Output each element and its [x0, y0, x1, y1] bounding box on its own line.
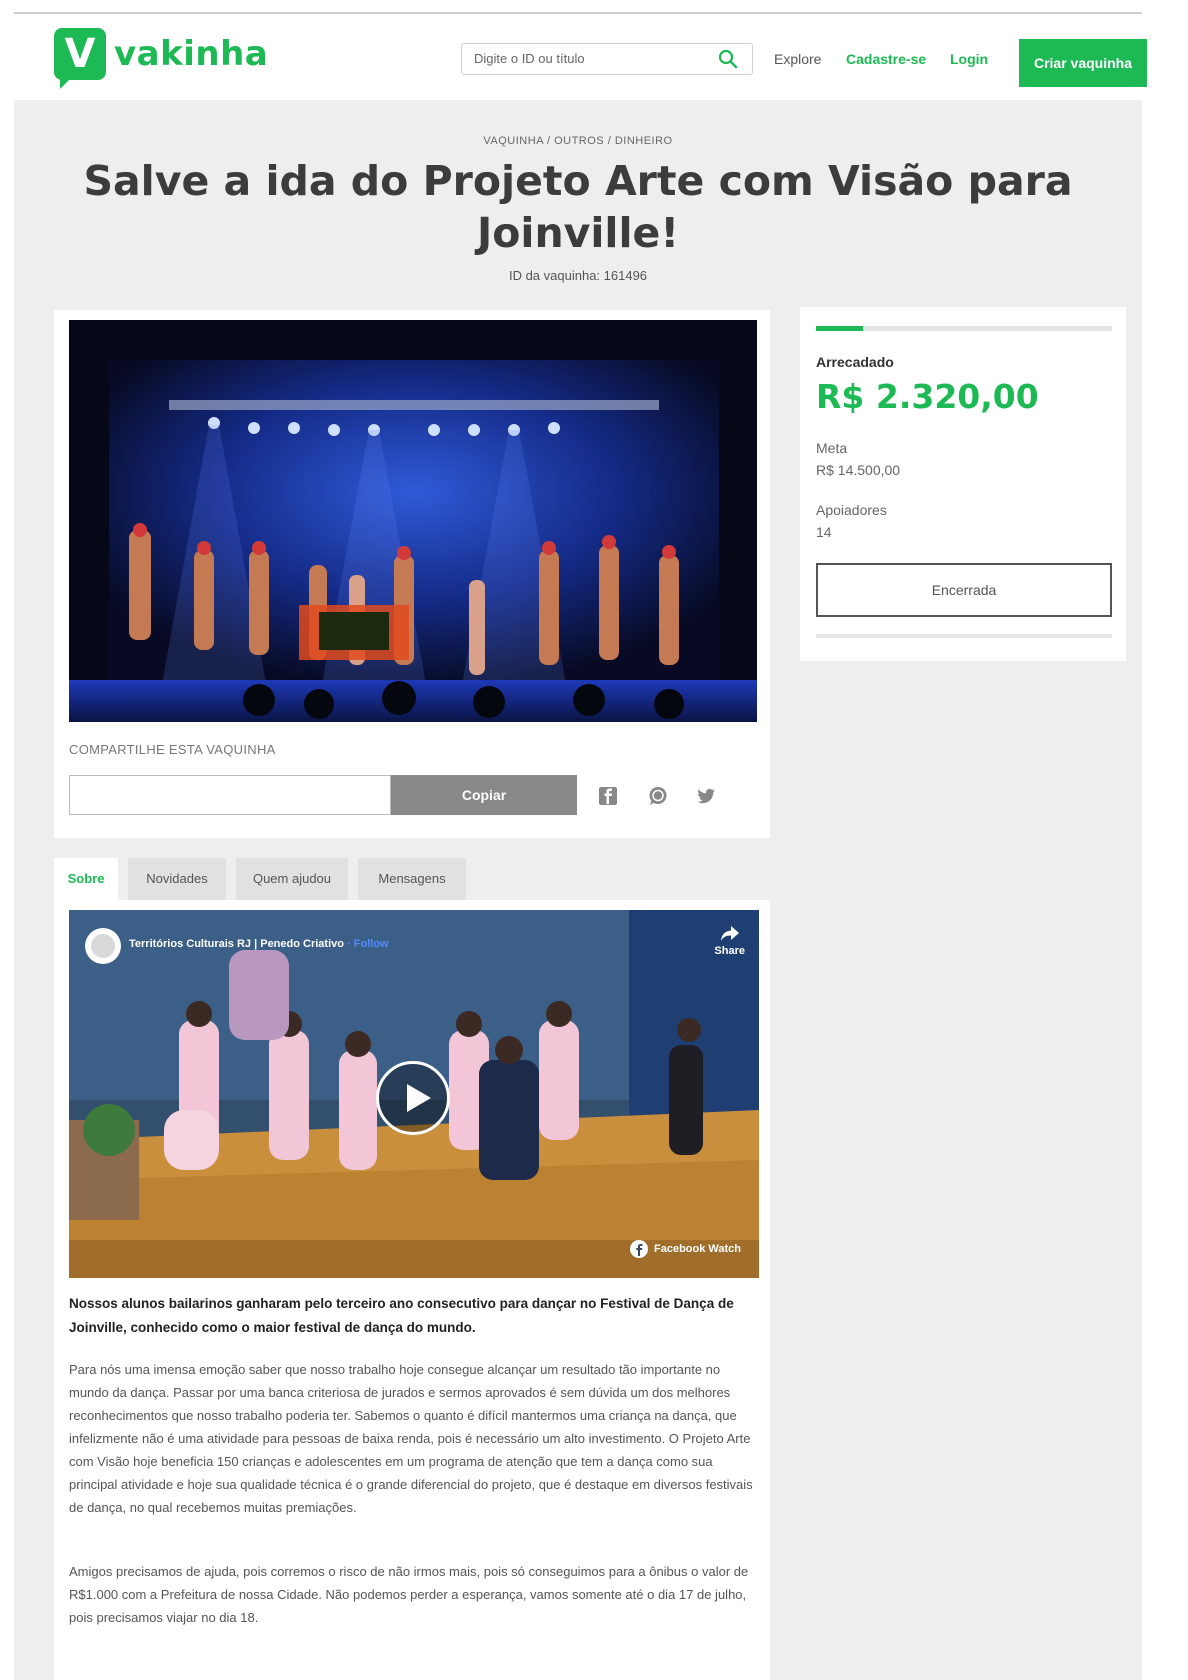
tab-novidades[interactable]: Novidades: [128, 858, 226, 900]
tab-mensagens[interactable]: Mensagens: [358, 858, 466, 900]
media-card: COMPARTILHE ESTA VAQUINHA Copiar: [54, 310, 770, 838]
logo-wordmark: vakinha: [114, 34, 269, 74]
nav-login-link[interactable]: Login: [950, 51, 988, 67]
facebook-icon[interactable]: [597, 785, 619, 807]
campaign-ended-button[interactable]: Encerrada: [816, 563, 1112, 617]
supporters-label: Apoiadores: [816, 502, 887, 518]
stats-card: Arrecadado R$ 2.320,00 Meta R$ 14.500,00…: [800, 307, 1126, 661]
raised-value: R$ 2.320,00: [816, 377, 1039, 416]
progress-fill: [816, 326, 864, 331]
raised-label: Arrecadado: [816, 354, 894, 370]
facebook-watch-badge: Facebook Watch: [630, 1240, 741, 1258]
goal-value: R$ 14.500,00: [816, 462, 901, 478]
about-content: Territórios Culturais RJ | Penedo Criati…: [54, 900, 770, 1680]
supporters-value: 14: [816, 524, 832, 540]
share-label: COMPARTILHE ESTA VAQUINHA: [69, 742, 276, 757]
progress-bar: [816, 326, 1112, 331]
create-vaquinha-button[interactable]: Criar vaquinha: [1019, 39, 1147, 87]
embedded-video[interactable]: Territórios Culturais RJ | Penedo Criati…: [69, 910, 759, 1278]
whatsapp-icon[interactable]: [647, 785, 669, 807]
story-paragraph: Para nós uma imensa emoção saber que nos…: [69, 1362, 753, 1515]
goal-label: Meta: [816, 440, 848, 456]
logo-letter: V: [64, 31, 96, 77]
share-arrow-icon: [720, 926, 739, 941]
story-lead: Nossos alunos bailarinos ganharam pelo t…: [69, 1296, 734, 1335]
brand-logo[interactable]: V vakinha: [54, 28, 269, 89]
tab-quem-ajudou[interactable]: Quem ajudou: [236, 858, 348, 900]
channel-name-text: Territórios Culturais RJ | Penedo Criati…: [129, 938, 344, 950]
copy-link-button[interactable]: Copiar: [391, 775, 577, 815]
nav-explore-link[interactable]: Explore: [774, 51, 821, 67]
breadcrumb: VAQUINHA / OUTROS / DINHEIRO: [483, 135, 673, 147]
twitter-icon[interactable]: [695, 785, 717, 807]
vaquinha-id: ID da vaquinha: 161496: [508, 268, 648, 283]
search-input[interactable]: [462, 44, 716, 72]
follow-link[interactable]: · Follow: [347, 938, 389, 950]
logo-mark-icon: V: [54, 28, 106, 89]
story-paragraph: Amigos precisamos de ajuda, pois corremo…: [69, 1564, 749, 1625]
video-share-button[interactable]: Share: [714, 924, 745, 957]
facebook-watch-icon: [630, 1240, 648, 1258]
video-channel-name[interactable]: Territórios Culturais RJ | Penedo Criati…: [129, 938, 389, 950]
share-link-field[interactable]: [69, 775, 391, 815]
search-box: [461, 43, 753, 75]
search-icon[interactable]: [718, 49, 738, 69]
video-share-label: Share: [714, 945, 745, 957]
facebook-watch-label: Facebook Watch: [654, 1243, 741, 1255]
stats-divider: [816, 634, 1112, 638]
site-header: V vakinha Explore Cadastre-se Login Cria…: [14, 14, 1147, 100]
campaign-page: VAQUINHA / OUTROS / DINHEIRO Salve a ida…: [14, 100, 1142, 1680]
page-title: Salve a ida do Projeto Arte com Visão pa…: [83, 157, 1073, 257]
campaign-photo: [69, 320, 757, 722]
tab-sobre[interactable]: Sobre: [54, 858, 118, 900]
nav-register-link[interactable]: Cadastre-se: [846, 51, 926, 67]
play-button[interactable]: [376, 1061, 450, 1135]
